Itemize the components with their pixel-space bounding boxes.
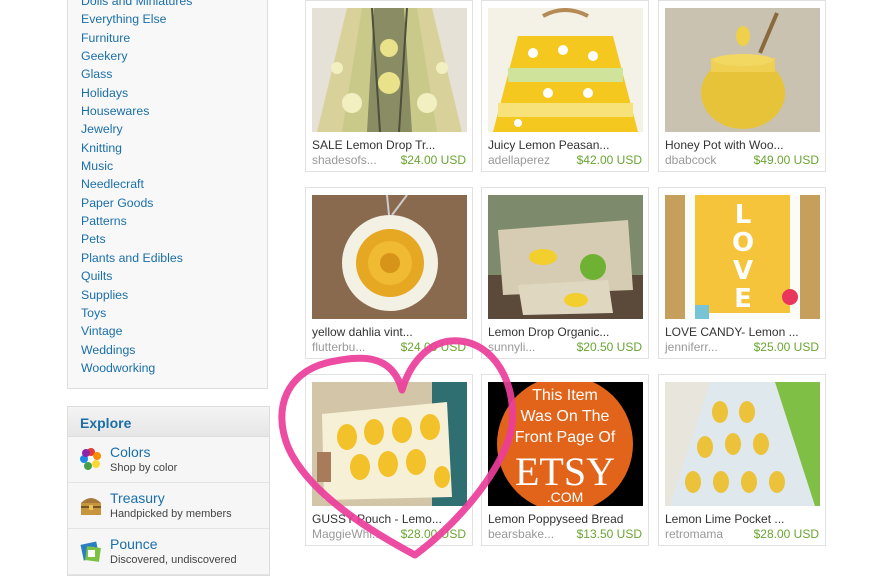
listing-title[interactable]: Honey Pot with Woo... (665, 138, 784, 152)
explore-item-title[interactable]: Colors (110, 444, 150, 460)
explore-item-title[interactable]: Pounce (110, 536, 157, 552)
explore-item-pounce[interactable]: Pounce Discovered, undiscovered (68, 529, 269, 575)
badge-line: This Item (532, 387, 598, 404)
listing-image[interactable] (312, 195, 467, 319)
explore-item-treasury[interactable]: Treasury Handpicked by members (68, 483, 269, 529)
listing-image[interactable] (665, 382, 820, 506)
explore-item-subtitle: Shop by color (110, 462, 178, 474)
listing-image[interactable] (665, 8, 820, 132)
category-sidebar: Dolls and Miniatures Everything Else Furni… (67, 0, 268, 389)
category-link[interactable]: Quilts (81, 267, 267, 285)
listing-title[interactable]: Lemon Poppyseed Bread (488, 512, 623, 526)
category-link[interactable]: Knitting (81, 139, 267, 157)
listing-card[interactable]: GUSSY Pouch - Lemo... MaggieWhi... $28.0… (305, 374, 473, 546)
category-link[interactable]: Dolls and Miniatures (81, 0, 267, 10)
category-link[interactable]: Weddings (81, 341, 267, 359)
badge-etsy: ETSY (515, 449, 615, 494)
badge-line: Front Page Of (515, 429, 616, 446)
listing-image[interactable]: This Item Was On The Front Page Of ETSY … (488, 382, 643, 506)
category-link[interactable]: Needlecraft (81, 175, 267, 193)
category-link[interactable]: Pets (81, 230, 267, 248)
listing-price: $13.50 USD (576, 527, 642, 541)
listing-image[interactable] (488, 195, 643, 319)
listing-card[interactable]: Lemon Drop Organic... sunnyli... $20.50 … (481, 187, 649, 359)
explore-item-title[interactable]: Treasury (110, 490, 165, 506)
listing-card[interactable]: This Item Was On The Front Page Of ETSY … (481, 374, 649, 546)
listing-image[interactable] (312, 382, 467, 506)
listing-title[interactable]: GUSSY Pouch - Lemo... (312, 512, 442, 526)
listing-shop[interactable]: shadesofs... (312, 153, 377, 167)
badge-line: Was On The (521, 408, 610, 425)
category-link[interactable]: Woodworking (81, 359, 267, 377)
category-link[interactable]: Paper Goods (81, 194, 267, 212)
listing-title[interactable]: SALE Lemon Drop Tr... (312, 138, 435, 152)
category-link[interactable]: Supplies (81, 286, 267, 304)
listing-price: $49.00 USD (753, 153, 819, 167)
category-link[interactable]: Geekery (81, 47, 267, 65)
explore-item-subtitle: Discovered, undiscovered (110, 554, 237, 566)
category-link[interactable]: Glass (81, 65, 267, 83)
listing-card[interactable]: SALE Lemon Drop Tr... shadesofs... $24.0… (305, 0, 473, 172)
category-link[interactable]: Jewelry (81, 120, 267, 138)
category-link[interactable]: Holidays (81, 84, 267, 102)
listing-title[interactable]: Lemon Drop Organic... (488, 325, 609, 339)
listing-price: $28.00 USD (753, 527, 819, 541)
listing-image[interactable]: L O V E (665, 195, 820, 319)
listing-shop[interactable]: sunnyli... (488, 340, 535, 354)
listing-card[interactable]: L O V E LOVE CANDY- Lemon ... jenniferr.… (658, 187, 826, 359)
treasure-chest-icon (81, 498, 101, 515)
category-link[interactable]: Music (81, 157, 267, 175)
listing-shop[interactable]: dbabcock (665, 153, 716, 167)
listing-card[interactable]: Juicy Lemon Peasan... adellaperez $42.00… (481, 0, 649, 172)
listing-shop[interactable]: bearsbake... (488, 527, 554, 541)
listing-price: $25.00 USD (753, 340, 819, 354)
listing-title[interactable]: LOVE CANDY- Lemon ... (665, 325, 799, 339)
explore-item-subtitle: Handpicked by members (110, 508, 232, 520)
listing-price: $24.00 USD (400, 340, 466, 354)
front-page-badge: This Item Was On The Front Page Of ETSY … (488, 382, 643, 506)
category-list: Dolls and Miniatures Everything Else Furni… (67, 0, 268, 389)
explore-panel: Explore Colors Shop by color Treasury Ha… (67, 406, 270, 576)
svg-text:L: L (735, 200, 752, 230)
listing-price: $24.00 USD (400, 153, 466, 167)
listing-price: $42.00 USD (576, 153, 642, 167)
svg-text:E: E (734, 284, 752, 314)
category-link[interactable]: Housewares (81, 102, 267, 120)
listing-image[interactable] (312, 8, 467, 132)
listing-price: $28.00 USD (400, 527, 466, 541)
category-link[interactable]: Plants and Edibles (81, 249, 267, 267)
category-link[interactable]: Vintage (81, 322, 267, 340)
listing-shop[interactable]: MaggieWhi... (312, 527, 382, 541)
badge-line: .COM (547, 489, 584, 505)
explore-item-colors[interactable]: Colors Shop by color (68, 437, 269, 483)
pounce-icon (80, 541, 101, 562)
category-link[interactable]: Furniture (81, 29, 267, 47)
listing-shop[interactable]: flutterbu... (312, 340, 365, 354)
color-wheel-icon (80, 448, 101, 470)
category-link[interactable]: Patterns (81, 212, 267, 230)
listing-image[interactable] (488, 8, 643, 132)
listing-card[interactable]: Honey Pot with Woo... dbabcock $49.00 US… (658, 0, 826, 172)
listing-shop[interactable]: jenniferr... (665, 340, 718, 354)
listing-price: $20.50 USD (576, 340, 642, 354)
category-link[interactable]: Toys (81, 304, 267, 322)
listing-shop[interactable]: adellaperez (488, 153, 550, 167)
category-link[interactable]: Everything Else (81, 10, 267, 28)
explore-heading: Explore (68, 407, 269, 437)
svg-text:V: V (733, 256, 753, 286)
listing-title[interactable]: Juicy Lemon Peasan... (488, 138, 609, 152)
svg-text:O: O (732, 228, 754, 258)
listing-title[interactable]: yellow dahlia vint... (312, 325, 413, 339)
listing-title[interactable]: Lemon Lime Pocket ... (665, 512, 784, 526)
listing-shop[interactable]: retromama (665, 527, 723, 541)
listing-card[interactable]: Lemon Lime Pocket ... retromama $28.00 U… (658, 374, 826, 546)
listing-card[interactable]: yellow dahlia vint... flutterbu... $24.0… (305, 187, 473, 359)
